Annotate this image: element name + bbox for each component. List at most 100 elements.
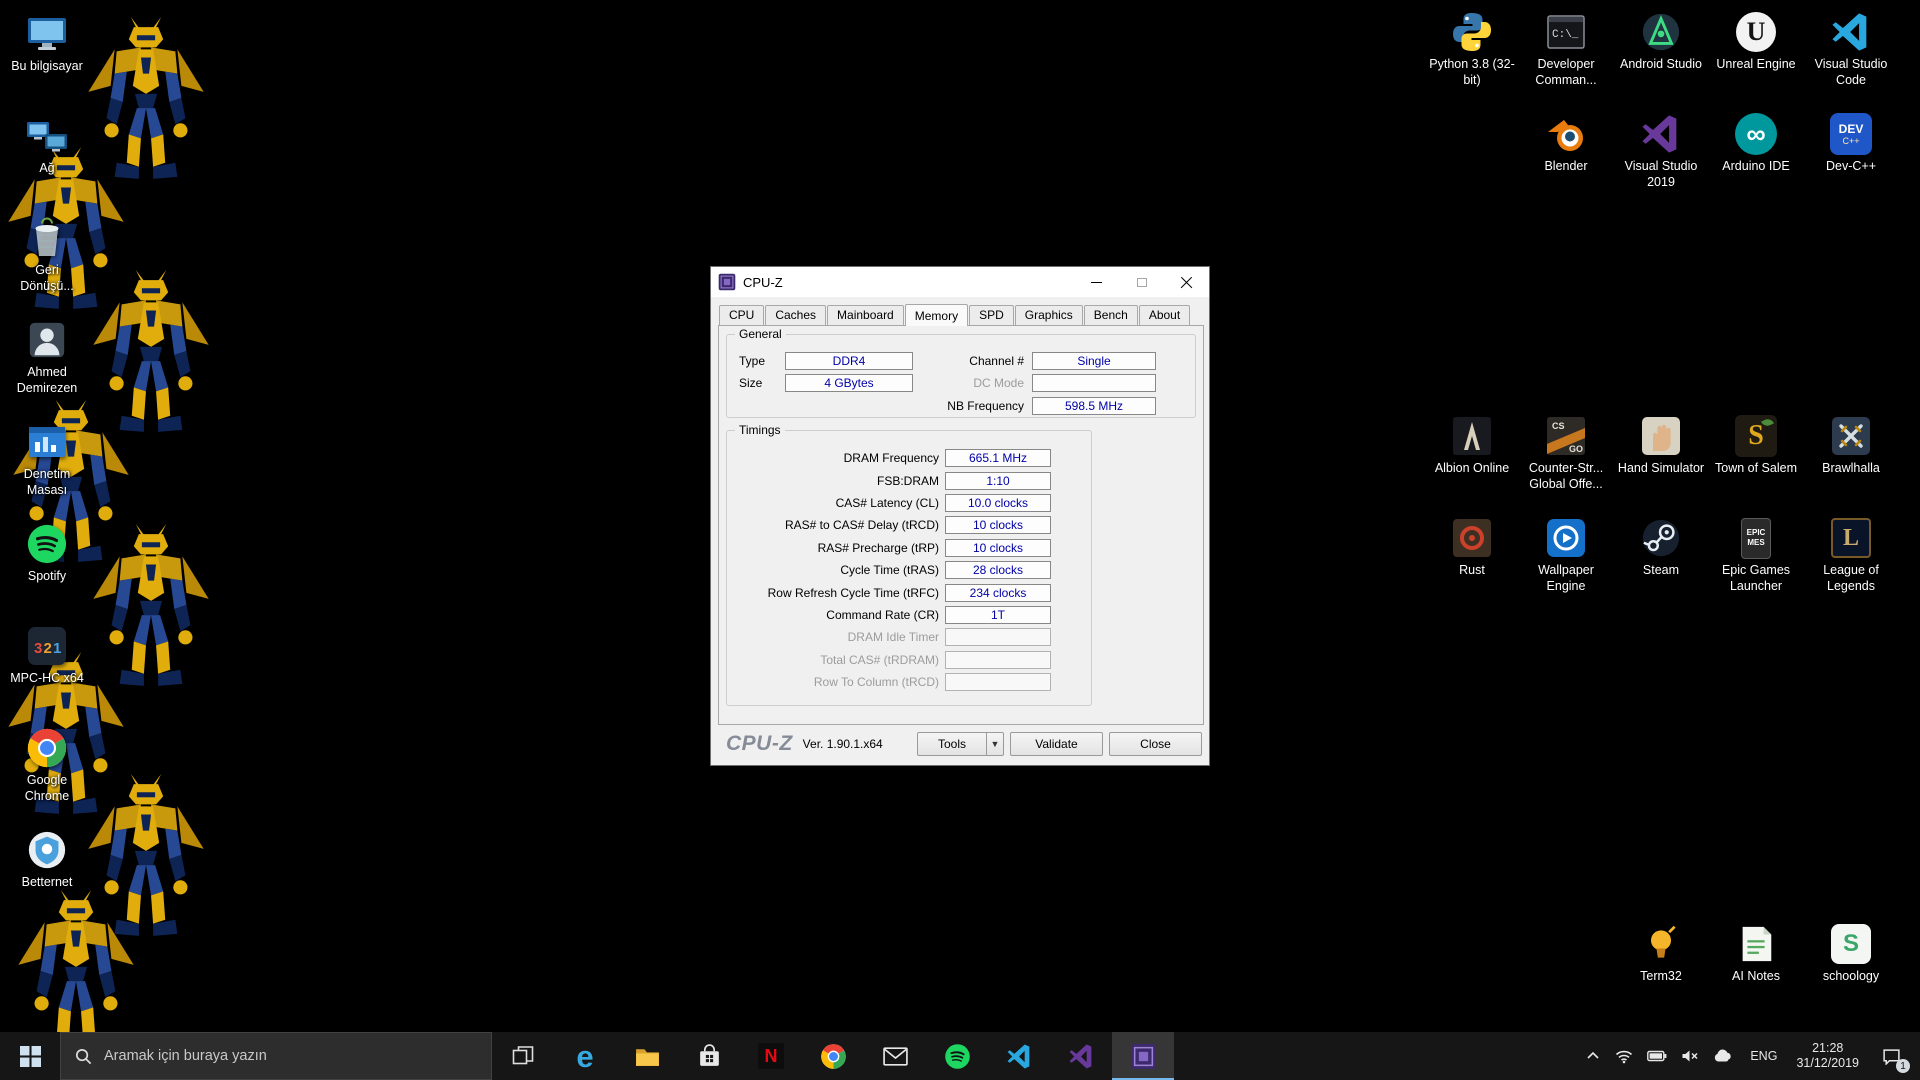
desktop-icon-vscode[interactable]: Visual Studio Code	[1805, 10, 1897, 88]
desktop-icon-term32[interactable]: Term32	[1615, 922, 1707, 985]
desktop-icon-mpc-hc[interactable]: MPC-HC x64	[7, 624, 87, 687]
cpuz-app-icon	[718, 273, 736, 291]
close-window-button[interactable]: Close	[1109, 732, 1202, 756]
wifi-tray-button[interactable]	[1608, 1032, 1640, 1080]
validate-button[interactable]: Validate	[1010, 732, 1103, 756]
desktop-icon-steam[interactable]: Steam	[1615, 516, 1707, 579]
chevron-down-icon[interactable]: ▼	[986, 733, 1003, 755]
taskbar-app-netflix[interactable]	[740, 1032, 802, 1080]
desktop-icon-hand-simulator[interactable]: Hand Simulator	[1615, 414, 1707, 477]
tab-spd[interactable]: SPD	[969, 305, 1014, 325]
taskbar-app-file-explorer[interactable]	[616, 1032, 678, 1080]
desktop-icon-rust[interactable]: Rust	[1426, 516, 1518, 579]
desktop-icon-recycle-bin[interactable]: Geri Dönüşü...	[7, 216, 87, 294]
term32-icon	[1639, 922, 1683, 966]
desktop-icon-label: Arduino IDE	[1722, 159, 1789, 175]
desktop-icon-betternet[interactable]: Betternet	[7, 828, 87, 891]
desktop-icon-python[interactable]: Python 3.8 (32-bit)	[1426, 10, 1518, 88]
taskbar-app-chrome[interactable]	[802, 1032, 864, 1080]
network-icon	[25, 114, 69, 158]
tools-button[interactable]: Tools ▼	[917, 732, 1004, 756]
tab-cpu[interactable]: CPU	[719, 305, 764, 325]
dc-mode-value	[1032, 374, 1156, 392]
taskbar-app-edge[interactable]: e	[554, 1032, 616, 1080]
size-label: Size	[739, 374, 762, 392]
desktop-icon-chrome[interactable]: Google Chrome	[7, 726, 87, 804]
tab-memory[interactable]: Memory	[905, 304, 968, 326]
desktop-icon-spotify[interactable]: Spotify	[7, 522, 87, 585]
desktop-icon-label: Denetim Masası	[7, 467, 87, 498]
timing-label: Total CAS# (tRDRAM)	[727, 653, 945, 667]
edge-icon: e	[576, 1041, 593, 1072]
task-view-icon	[512, 1045, 534, 1067]
desktop-icon-town-of-salem[interactable]: Town of Salem	[1710, 414, 1802, 477]
desktop-icon-ai-notes[interactable]: AI Notes	[1710, 922, 1802, 985]
desktop-icon-label: schoology	[1823, 969, 1879, 985]
vscode-icon	[1829, 10, 1873, 54]
visual-studio-icon	[1639, 112, 1683, 156]
groupbox-title: Timings	[735, 423, 785, 437]
desktop-icon-dev-cpp[interactable]: Dev-C++	[1805, 112, 1897, 175]
nb-frequency-value: 598.5 MHz	[1032, 397, 1156, 415]
desktop-icon-label: MPC-HC x64	[10, 671, 84, 687]
desktop-icon-unreal-engine[interactable]: Unreal Engine	[1710, 10, 1802, 73]
taskbar-app-mail[interactable]	[864, 1032, 926, 1080]
taskbar-app-visual-studio[interactable]	[1050, 1032, 1112, 1080]
hidden-icons-button[interactable]	[1578, 1032, 1608, 1080]
desktop-icon-developer-command[interactable]: Developer Comman...	[1520, 10, 1612, 88]
timing-row: DRAM Idle Timer	[727, 626, 1091, 648]
desktop-icon-network[interactable]: Ağ	[7, 114, 87, 177]
desktop-icon-blender[interactable]: Blender	[1520, 112, 1612, 175]
timing-label: Row Refresh Cycle Time (tRFC)	[727, 586, 945, 600]
tab-about[interactable]: About	[1139, 305, 1190, 325]
rust-icon	[1450, 516, 1494, 560]
action-center-button[interactable]: 1	[1868, 1032, 1914, 1080]
taskbar-app-cpuz[interactable]	[1112, 1032, 1174, 1080]
desktop-icon-control-panel[interactable]: Denetim Masası	[7, 420, 87, 498]
taskbar-search[interactable]: Aramak için buraya yazın	[60, 1032, 492, 1080]
nb-frequency-label: NB Frequency	[902, 397, 1024, 415]
timing-row: FSB:DRAM 1:10	[727, 469, 1091, 491]
taskbar-app-store[interactable]	[678, 1032, 740, 1080]
minimize-button[interactable]	[1074, 267, 1119, 297]
desktop-icon-brawlhalla[interactable]: Brawlhalla	[1805, 414, 1897, 477]
desktop-icon-visual-studio-2019[interactable]: Visual Studio 2019	[1615, 112, 1707, 190]
cpuz-titlebar[interactable]: CPU-Z	[711, 267, 1209, 297]
desktop-icon-league-of-legends[interactable]: League of Legends	[1805, 516, 1897, 594]
desktop-icon-wallpaper-engine[interactable]: Wallpaper Engine	[1520, 516, 1612, 594]
desktop-icon-android-studio[interactable]: Android Studio	[1615, 10, 1707, 73]
start-button[interactable]	[0, 1032, 60, 1080]
close-button[interactable]	[1164, 267, 1209, 297]
taskbar-app-vscode[interactable]	[988, 1032, 1050, 1080]
timing-row: DRAM Frequency 665.1 MHz	[727, 447, 1091, 469]
cpuz-footer: CPU-Z Ver. 1.90.1.x64 Tools ▼ Validate C…	[711, 723, 1209, 765]
desktop-icon-albion-online[interactable]: Albion Online	[1426, 414, 1518, 477]
tab-mainboard[interactable]: Mainboard	[827, 305, 904, 325]
desktop-icon-label: Epic Games Launcher	[1710, 563, 1802, 594]
taskbar-app-spotify[interactable]	[926, 1032, 988, 1080]
desktop-icon-this-pc[interactable]: Bu bilgisayar	[7, 12, 87, 75]
desktop-icon-user-folder[interactable]: Ahmed Demirezen	[7, 318, 87, 396]
maximize-button[interactable]	[1119, 267, 1164, 297]
volume-tray-button[interactable]	[1674, 1032, 1706, 1080]
desktop-icon-label: Town of Salem	[1715, 461, 1797, 477]
task-view-button[interactable]	[492, 1032, 554, 1080]
timing-label: RAS# Precharge (tRP)	[727, 541, 945, 555]
tab-graphics[interactable]: Graphics	[1015, 305, 1083, 325]
timing-value: 10 clocks	[945, 516, 1051, 534]
desktop-icon-label: League of Legends	[1805, 563, 1897, 594]
command-prompt-icon	[1544, 10, 1588, 54]
desktop-icon-epic-games[interactable]: Epic Games Launcher	[1710, 516, 1802, 594]
battery-tray-button[interactable]	[1640, 1032, 1674, 1080]
type-label: Type	[739, 352, 765, 370]
desktop-icon-schoology[interactable]: schoology	[1805, 922, 1897, 985]
tab-bench[interactable]: Bench	[1084, 305, 1138, 325]
clock[interactable]: 21:28 31/12/2019	[1787, 1032, 1868, 1080]
tab-caches[interactable]: Caches	[765, 305, 826, 325]
desktop-icon-label: Ağ	[39, 161, 54, 177]
desktop-icon-csgo[interactable]: Counter-Str... Global Offe...	[1520, 414, 1612, 492]
desktop-icon-label: Albion Online	[1435, 461, 1509, 477]
onedrive-tray-button[interactable]	[1706, 1032, 1740, 1080]
desktop-icon-arduino-ide[interactable]: Arduino IDE	[1710, 112, 1802, 175]
language-indicator[interactable]: ENG	[1740, 1032, 1787, 1080]
